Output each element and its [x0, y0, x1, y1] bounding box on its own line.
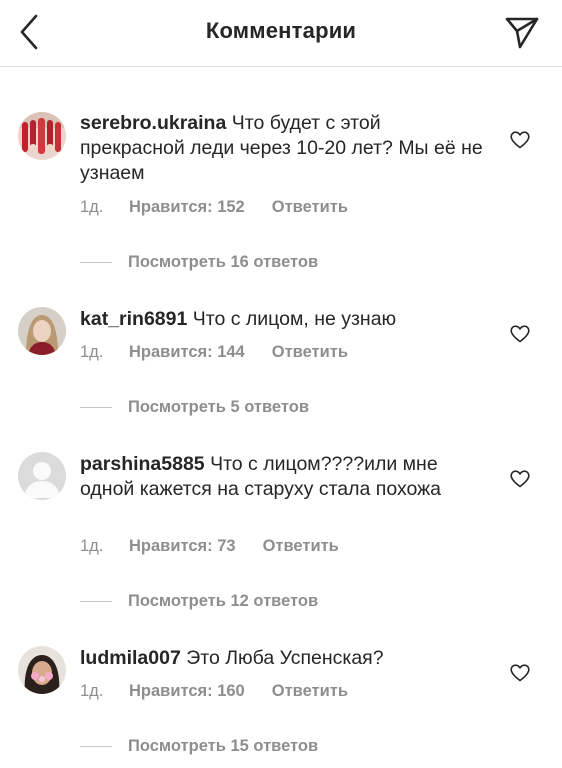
like-button[interactable] [510, 325, 530, 343]
top-bar: Комментарии [0, 0, 562, 67]
view-replies-label: Посмотреть 15 ответов [128, 737, 319, 755]
heart-icon [510, 325, 530, 343]
view-replies-label: Посмотреть 16 ответов [128, 253, 319, 271]
comment-username[interactable]: kat_rin6891 [80, 308, 187, 330]
reply-button[interactable]: Ответить [272, 682, 348, 701]
replies-divider [80, 601, 112, 603]
comment-meta: 1д. Нравится: 73 Ответить [80, 537, 339, 556]
heart-icon [510, 470, 530, 488]
comment-time: 1д. [80, 198, 104, 216]
like-button[interactable] [510, 131, 530, 149]
comment-text: serebro.ukraina Что будет с этой прекрас… [80, 111, 485, 186]
view-replies-button[interactable]: Посмотреть 5 ответов [80, 398, 309, 417]
comment-text: parshina5885 Что с лицом????или мне одно… [80, 452, 485, 502]
comment-username[interactable]: ludmila007 [80, 647, 181, 669]
likes-count[interactable]: Нравится: 144 [129, 343, 245, 362]
heart-icon [510, 664, 530, 682]
comment-username[interactable]: parshina5885 [80, 453, 205, 475]
default-avatar-icon [18, 452, 66, 500]
reply-button[interactable]: Ответить [263, 537, 339, 556]
avatar[interactable] [18, 646, 66, 694]
comment-text: ludmila007 Это Люба Успенская? [80, 646, 485, 671]
reply-button[interactable]: Ответить [272, 343, 348, 362]
comment-meta: 1д. Нравится: 152 Ответить [80, 198, 348, 217]
comment-time: 1д. [80, 682, 104, 700]
avatar[interactable] [18, 452, 66, 500]
view-replies-label: Посмотреть 12 ответов [128, 592, 319, 610]
view-replies-button[interactable]: Посмотреть 16 ответов [80, 253, 318, 272]
heart-icon [510, 131, 530, 149]
replies-divider [80, 262, 112, 264]
avatar[interactable] [18, 112, 66, 160]
replies-divider [80, 407, 112, 409]
view-replies-button[interactable]: Посмотреть 15 ответов [80, 737, 318, 756]
like-button[interactable] [510, 664, 530, 682]
view-replies-button[interactable]: Посмотреть 12 ответов [80, 592, 318, 611]
replies-divider [80, 746, 112, 748]
likes-count[interactable]: Нравится: 152 [129, 198, 245, 217]
comment-meta: 1д. Нравится: 144 Ответить [80, 343, 348, 362]
view-replies-label: Посмотреть 5 ответов [128, 398, 309, 416]
comment-text: kat_rin6891 Что с лицом, не узнаю [80, 307, 485, 332]
previous-content-remnant [80, 60, 290, 66]
avatar[interactable] [18, 307, 66, 355]
reply-button[interactable]: Ответить [272, 198, 348, 217]
comment-body: Что с лицом, не узнаю [192, 308, 397, 330]
likes-count[interactable]: Нравится: 73 [129, 537, 236, 556]
like-button[interactable] [510, 470, 530, 488]
comment-time: 1д. [80, 343, 104, 361]
share-button[interactable] [504, 14, 540, 50]
page-title: Комментарии [205, 18, 357, 43]
comment-meta: 1д. Нравится: 160 Ответить [80, 682, 348, 701]
likes-count[interactable]: Нравится: 160 [129, 682, 245, 701]
paper-plane-icon [505, 17, 539, 49]
comment-time: 1д. [80, 537, 104, 555]
comment-username[interactable]: serebro.ukraina [80, 112, 226, 134]
comment-body: Это Люба Успенская? [186, 647, 384, 669]
